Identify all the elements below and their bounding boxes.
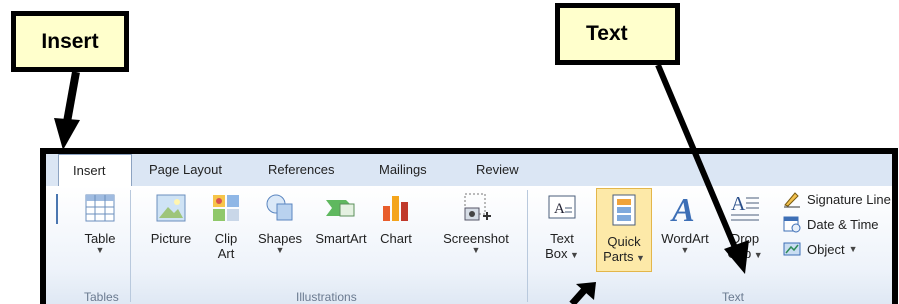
callout-arrows	[54, 63, 749, 304]
text-arrow-head	[724, 240, 749, 274]
text-arrow-line	[655, 63, 739, 252]
insert-arrow-head	[54, 118, 80, 150]
insert-arrow-line	[63, 71, 80, 123]
